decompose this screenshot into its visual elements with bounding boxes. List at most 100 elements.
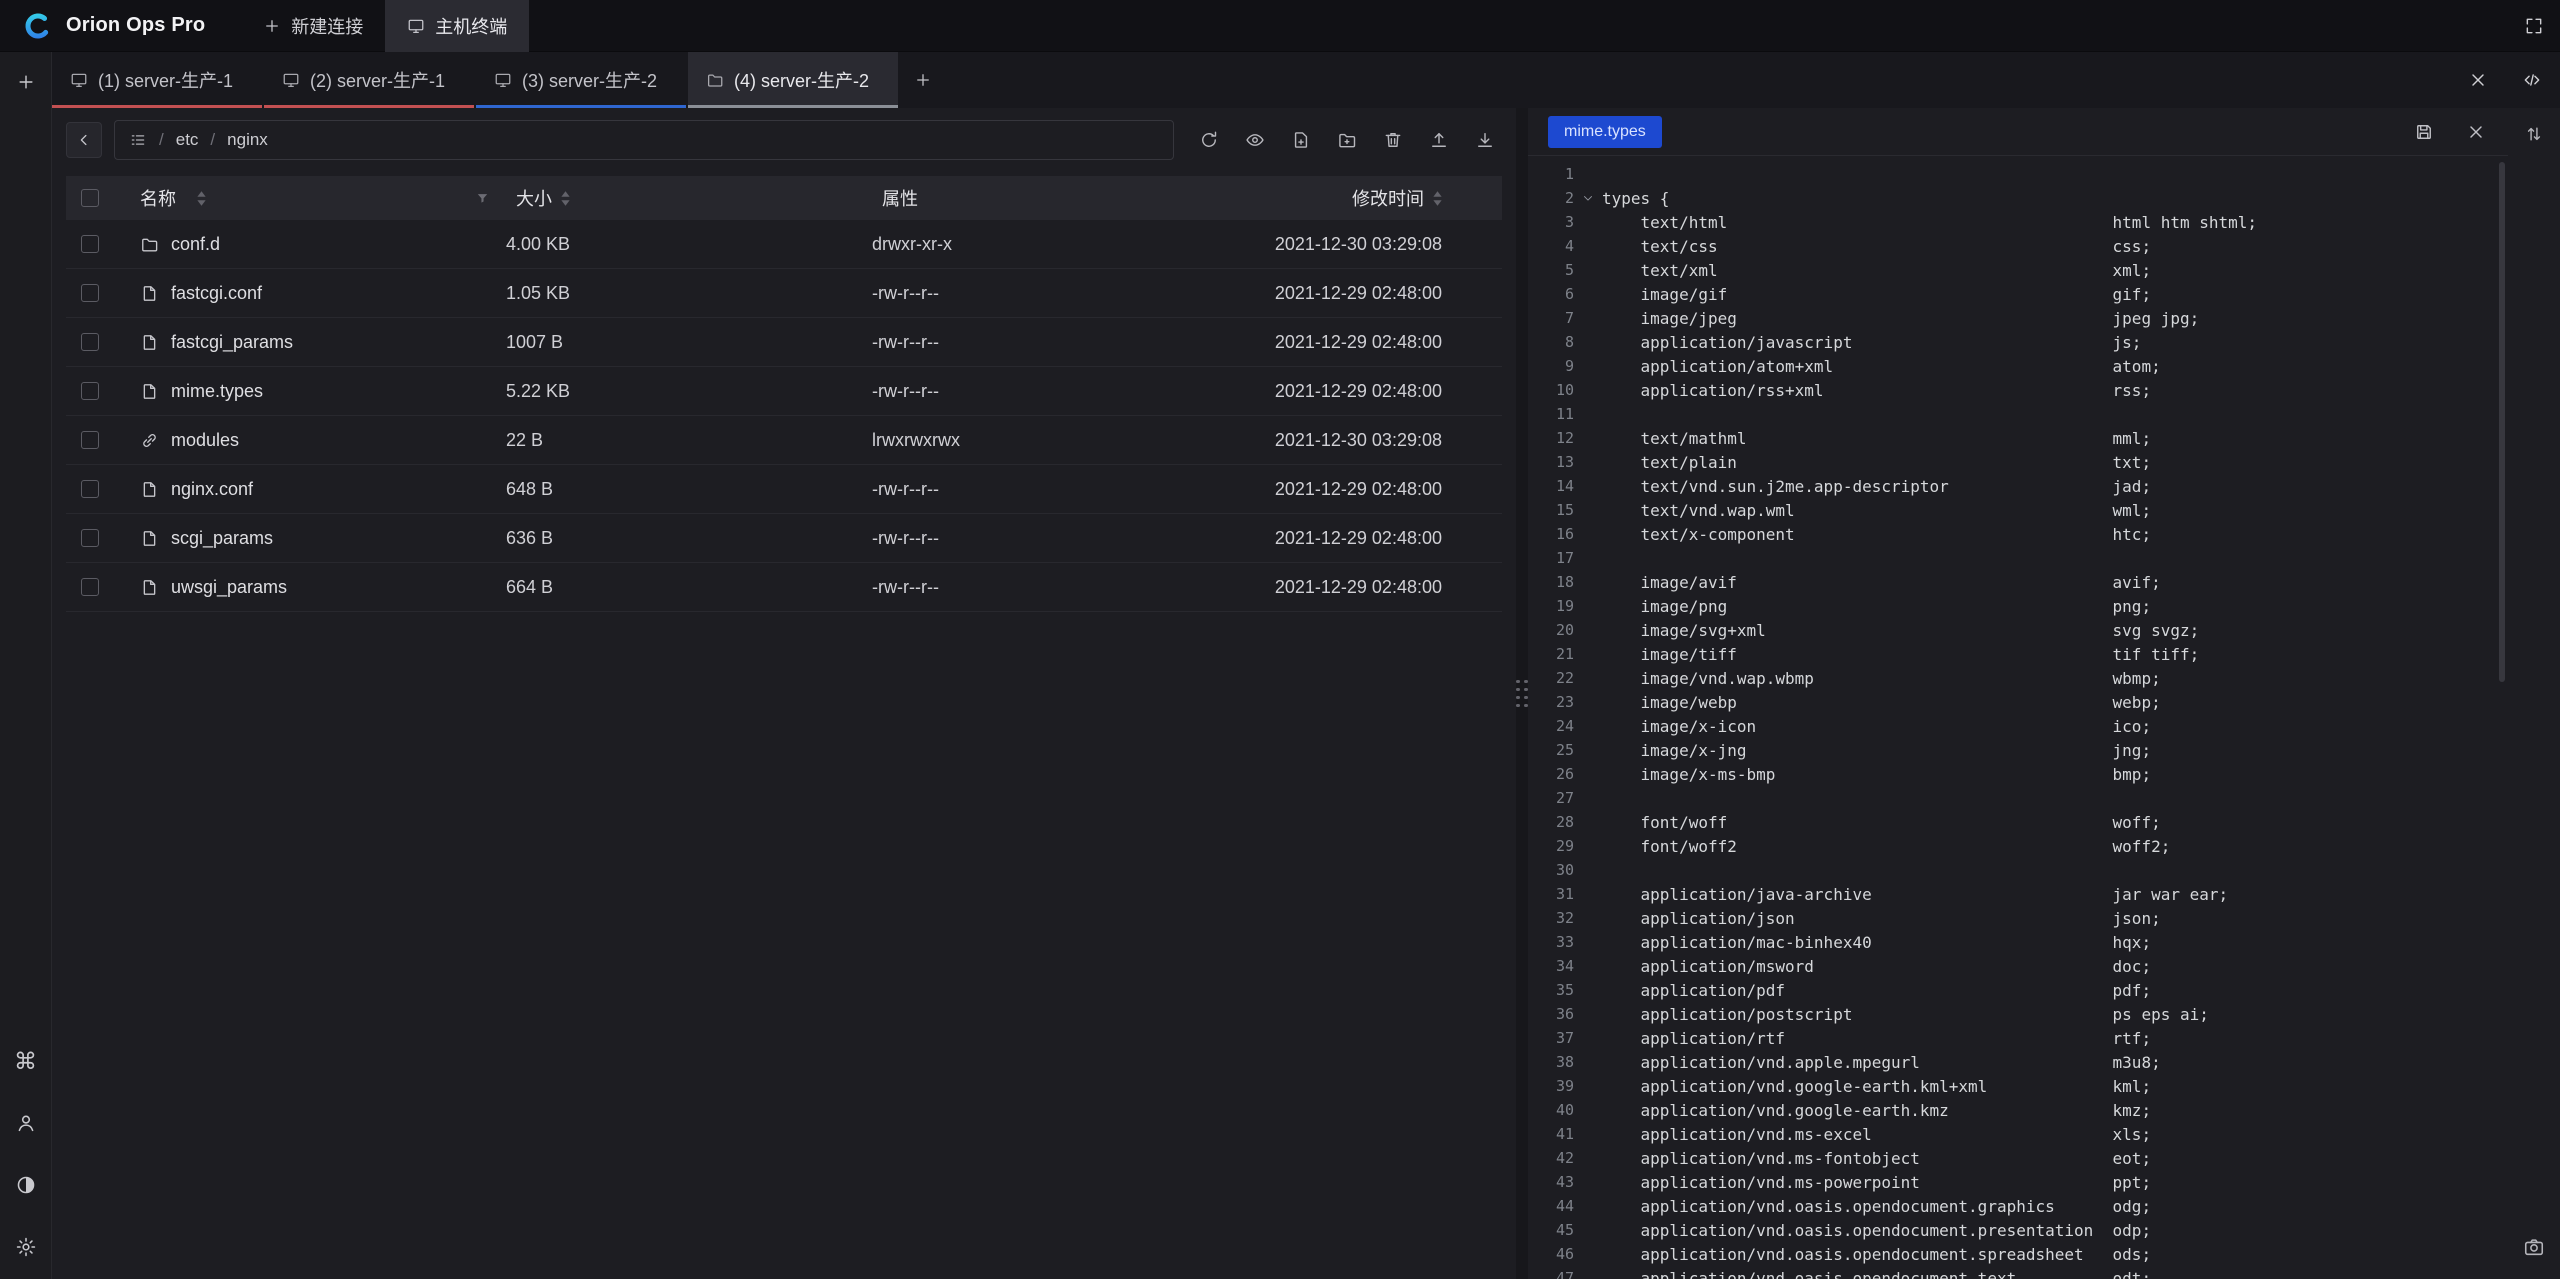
- code-line[interactable]: 40 application/vnd.google-earth.kmz kmz;: [1528, 1098, 2508, 1122]
- top-nav-item-1[interactable]: 新建连接: [241, 0, 385, 52]
- row-checkbox[interactable]: [81, 480, 99, 498]
- file-name[interactable]: mime.types: [171, 381, 263, 402]
- code-line[interactable]: 30: [1528, 858, 2508, 882]
- code-line[interactable]: 4 text/css css;: [1528, 234, 2508, 258]
- row-checkbox[interactable]: [81, 333, 99, 351]
- code-line[interactable]: 25 image/x-jng jng;: [1528, 738, 2508, 762]
- refresh-button[interactable]: [1192, 123, 1226, 157]
- file-row[interactable]: modules22 Blrwxrwxrwx2021-12-30 03:29:08: [66, 416, 1502, 465]
- save-icon[interactable]: [2412, 120, 2436, 144]
- file-name[interactable]: fastcgi_params: [171, 332, 293, 353]
- file-row[interactable]: nginx.conf648 B-rw-r--r--2021-12-29 02:4…: [66, 465, 1502, 514]
- session-tab-1[interactable]: (1) server-生产-1: [52, 52, 262, 108]
- code-line[interactable]: 39 application/vnd.google-earth.kml+xml …: [1528, 1074, 2508, 1098]
- file-row[interactable]: uwsgi_params664 B-rw-r--r--2021-12-29 02…: [66, 563, 1502, 612]
- fold-chevron-icon[interactable]: [1574, 191, 1602, 205]
- code-icon[interactable]: [2512, 60, 2552, 100]
- upload-button[interactable]: [1422, 123, 1456, 157]
- swap-vertical-icon[interactable]: [2516, 116, 2552, 152]
- code-line[interactable]: 35 application/pdf pdf;: [1528, 978, 2508, 1002]
- row-checkbox[interactable]: [81, 431, 99, 449]
- file-row[interactable]: fastcgi.conf1.05 KB-rw-r--r--2021-12-29 …: [66, 269, 1502, 318]
- trash-button[interactable]: [1376, 123, 1410, 157]
- code-line[interactable]: 37 application/rtf rtf;: [1528, 1026, 2508, 1050]
- code-line[interactable]: 31 application/java-archive jar war ear;: [1528, 882, 2508, 906]
- code-line[interactable]: 24 image/x-icon ico;: [1528, 714, 2508, 738]
- close-icon[interactable]: [2458, 60, 2498, 100]
- file-name[interactable]: modules: [171, 430, 239, 451]
- file-name[interactable]: conf.d: [171, 234, 220, 255]
- code-line[interactable]: 22 image/vnd.wap.wbmp wbmp;: [1528, 666, 2508, 690]
- code-line[interactable]: 44 application/vnd.oasis.opendocument.gr…: [1528, 1194, 2508, 1218]
- code-line[interactable]: 45 application/vnd.oasis.opendocument.pr…: [1528, 1218, 2508, 1242]
- row-checkbox[interactable]: [81, 382, 99, 400]
- sort-name-control[interactable]: [197, 191, 206, 206]
- code-line[interactable]: 6 image/gif gif;: [1528, 282, 2508, 306]
- editor-scrollbar[interactable]: [2499, 162, 2505, 682]
- row-checkbox[interactable]: [81, 578, 99, 596]
- file-row[interactable]: conf.d4.00 KBdrwxr-xr-x2021-12-30 03:29:…: [66, 220, 1502, 269]
- back-button[interactable]: [66, 122, 102, 158]
- code-line[interactable]: 21 image/tiff tif tiff;: [1528, 642, 2508, 666]
- code-line[interactable]: 12 text/mathml mml;: [1528, 426, 2508, 450]
- user-icon[interactable]: [8, 1105, 44, 1141]
- file-name[interactable]: nginx.conf: [171, 479, 253, 500]
- code-line[interactable]: 1: [1528, 162, 2508, 186]
- code-line[interactable]: 38 application/vnd.apple.mpegurl m3u8;: [1528, 1050, 2508, 1074]
- filter-icon[interactable]: [475, 191, 490, 206]
- settings-icon[interactable]: [8, 1229, 44, 1265]
- sort-mtime-control[interactable]: [1433, 191, 1442, 206]
- code-line[interactable]: 7 image/jpeg jpeg jpg;: [1528, 306, 2508, 330]
- code-line[interactable]: 46 application/vnd.oasis.opendocument.sp…: [1528, 1242, 2508, 1266]
- eye-button[interactable]: [1238, 123, 1272, 157]
- session-tab-3[interactable]: (3) server-生产-2: [476, 52, 686, 108]
- code-editor[interactable]: 12types {3 text/html html htm shtml;4 te…: [1528, 156, 2508, 1279]
- code-line[interactable]: 47 application/vnd.oasis.opendocument.te…: [1528, 1266, 2508, 1279]
- session-tab-2[interactable]: (2) server-生产-1: [264, 52, 474, 108]
- row-checkbox[interactable]: [81, 284, 99, 302]
- code-line[interactable]: 11: [1528, 402, 2508, 426]
- code-line[interactable]: 42 application/vnd.ms-fontobject eot;: [1528, 1146, 2508, 1170]
- path-segment[interactable]: nginx: [227, 130, 268, 150]
- code-line[interactable]: 29 font/woff2 woff2;: [1528, 834, 2508, 858]
- file-row[interactable]: mime.types5.22 KB-rw-r--r--2021-12-29 02…: [66, 367, 1502, 416]
- code-line[interactable]: 18 image/avif avif;: [1528, 570, 2508, 594]
- path-breadcrumb[interactable]: /etc/nginx: [114, 120, 1174, 160]
- code-line[interactable]: 19 image/png png;: [1528, 594, 2508, 618]
- code-line[interactable]: 5 text/xml xml;: [1528, 258, 2508, 282]
- file-name[interactable]: fastcgi.conf: [171, 283, 262, 304]
- code-line[interactable]: 20 image/svg+xml svg svgz;: [1528, 618, 2508, 642]
- add-connection-button[interactable]: [8, 64, 44, 100]
- file-name[interactable]: uwsgi_params: [171, 577, 287, 598]
- file-plus-button[interactable]: [1284, 123, 1318, 157]
- add-tab-button[interactable]: [900, 52, 946, 108]
- sort-size-control[interactable]: [561, 191, 570, 206]
- row-checkbox[interactable]: [81, 235, 99, 253]
- panel-splitter[interactable]: [1516, 108, 1528, 1279]
- code-line[interactable]: 23 image/webp webp;: [1528, 690, 2508, 714]
- folder-plus-button[interactable]: [1330, 123, 1364, 157]
- code-line[interactable]: 3 text/html html htm shtml;: [1528, 210, 2508, 234]
- path-segment[interactable]: etc: [176, 130, 199, 150]
- code-line[interactable]: 27: [1528, 786, 2508, 810]
- fullscreen-icon[interactable]: [2508, 0, 2560, 52]
- code-line[interactable]: 41 application/vnd.ms-excel xls;: [1528, 1122, 2508, 1146]
- code-line[interactable]: 17: [1528, 546, 2508, 570]
- top-nav-item-2[interactable]: 主机终端: [385, 0, 529, 52]
- select-all-checkbox[interactable]: [81, 189, 99, 207]
- session-tab-4[interactable]: (4) server-生产-2: [688, 52, 898, 108]
- code-line[interactable]: 34 application/msword doc;: [1528, 954, 2508, 978]
- code-line[interactable]: 10 application/rss+xml rss;: [1528, 378, 2508, 402]
- code-line[interactable]: 43 application/vnd.ms-powerpoint ppt;: [1528, 1170, 2508, 1194]
- code-line[interactable]: 15 text/vnd.wap.wml wml;: [1528, 498, 2508, 522]
- file-row[interactable]: fastcgi_params1007 B-rw-r--r--2021-12-29…: [66, 318, 1502, 367]
- close-editor-icon[interactable]: [2464, 120, 2488, 144]
- code-line[interactable]: 2types {: [1528, 186, 2508, 210]
- code-line[interactable]: 9 application/atom+xml atom;: [1528, 354, 2508, 378]
- code-line[interactable]: 36 application/postscript ps eps ai;: [1528, 1002, 2508, 1026]
- command-icon[interactable]: ⌘: [8, 1043, 44, 1079]
- screenshot-icon[interactable]: [2516, 1229, 2552, 1265]
- code-line[interactable]: 28 font/woff woff;: [1528, 810, 2508, 834]
- code-line[interactable]: 16 text/x-component htc;: [1528, 522, 2508, 546]
- open-file-tab[interactable]: mime.types: [1548, 116, 1662, 148]
